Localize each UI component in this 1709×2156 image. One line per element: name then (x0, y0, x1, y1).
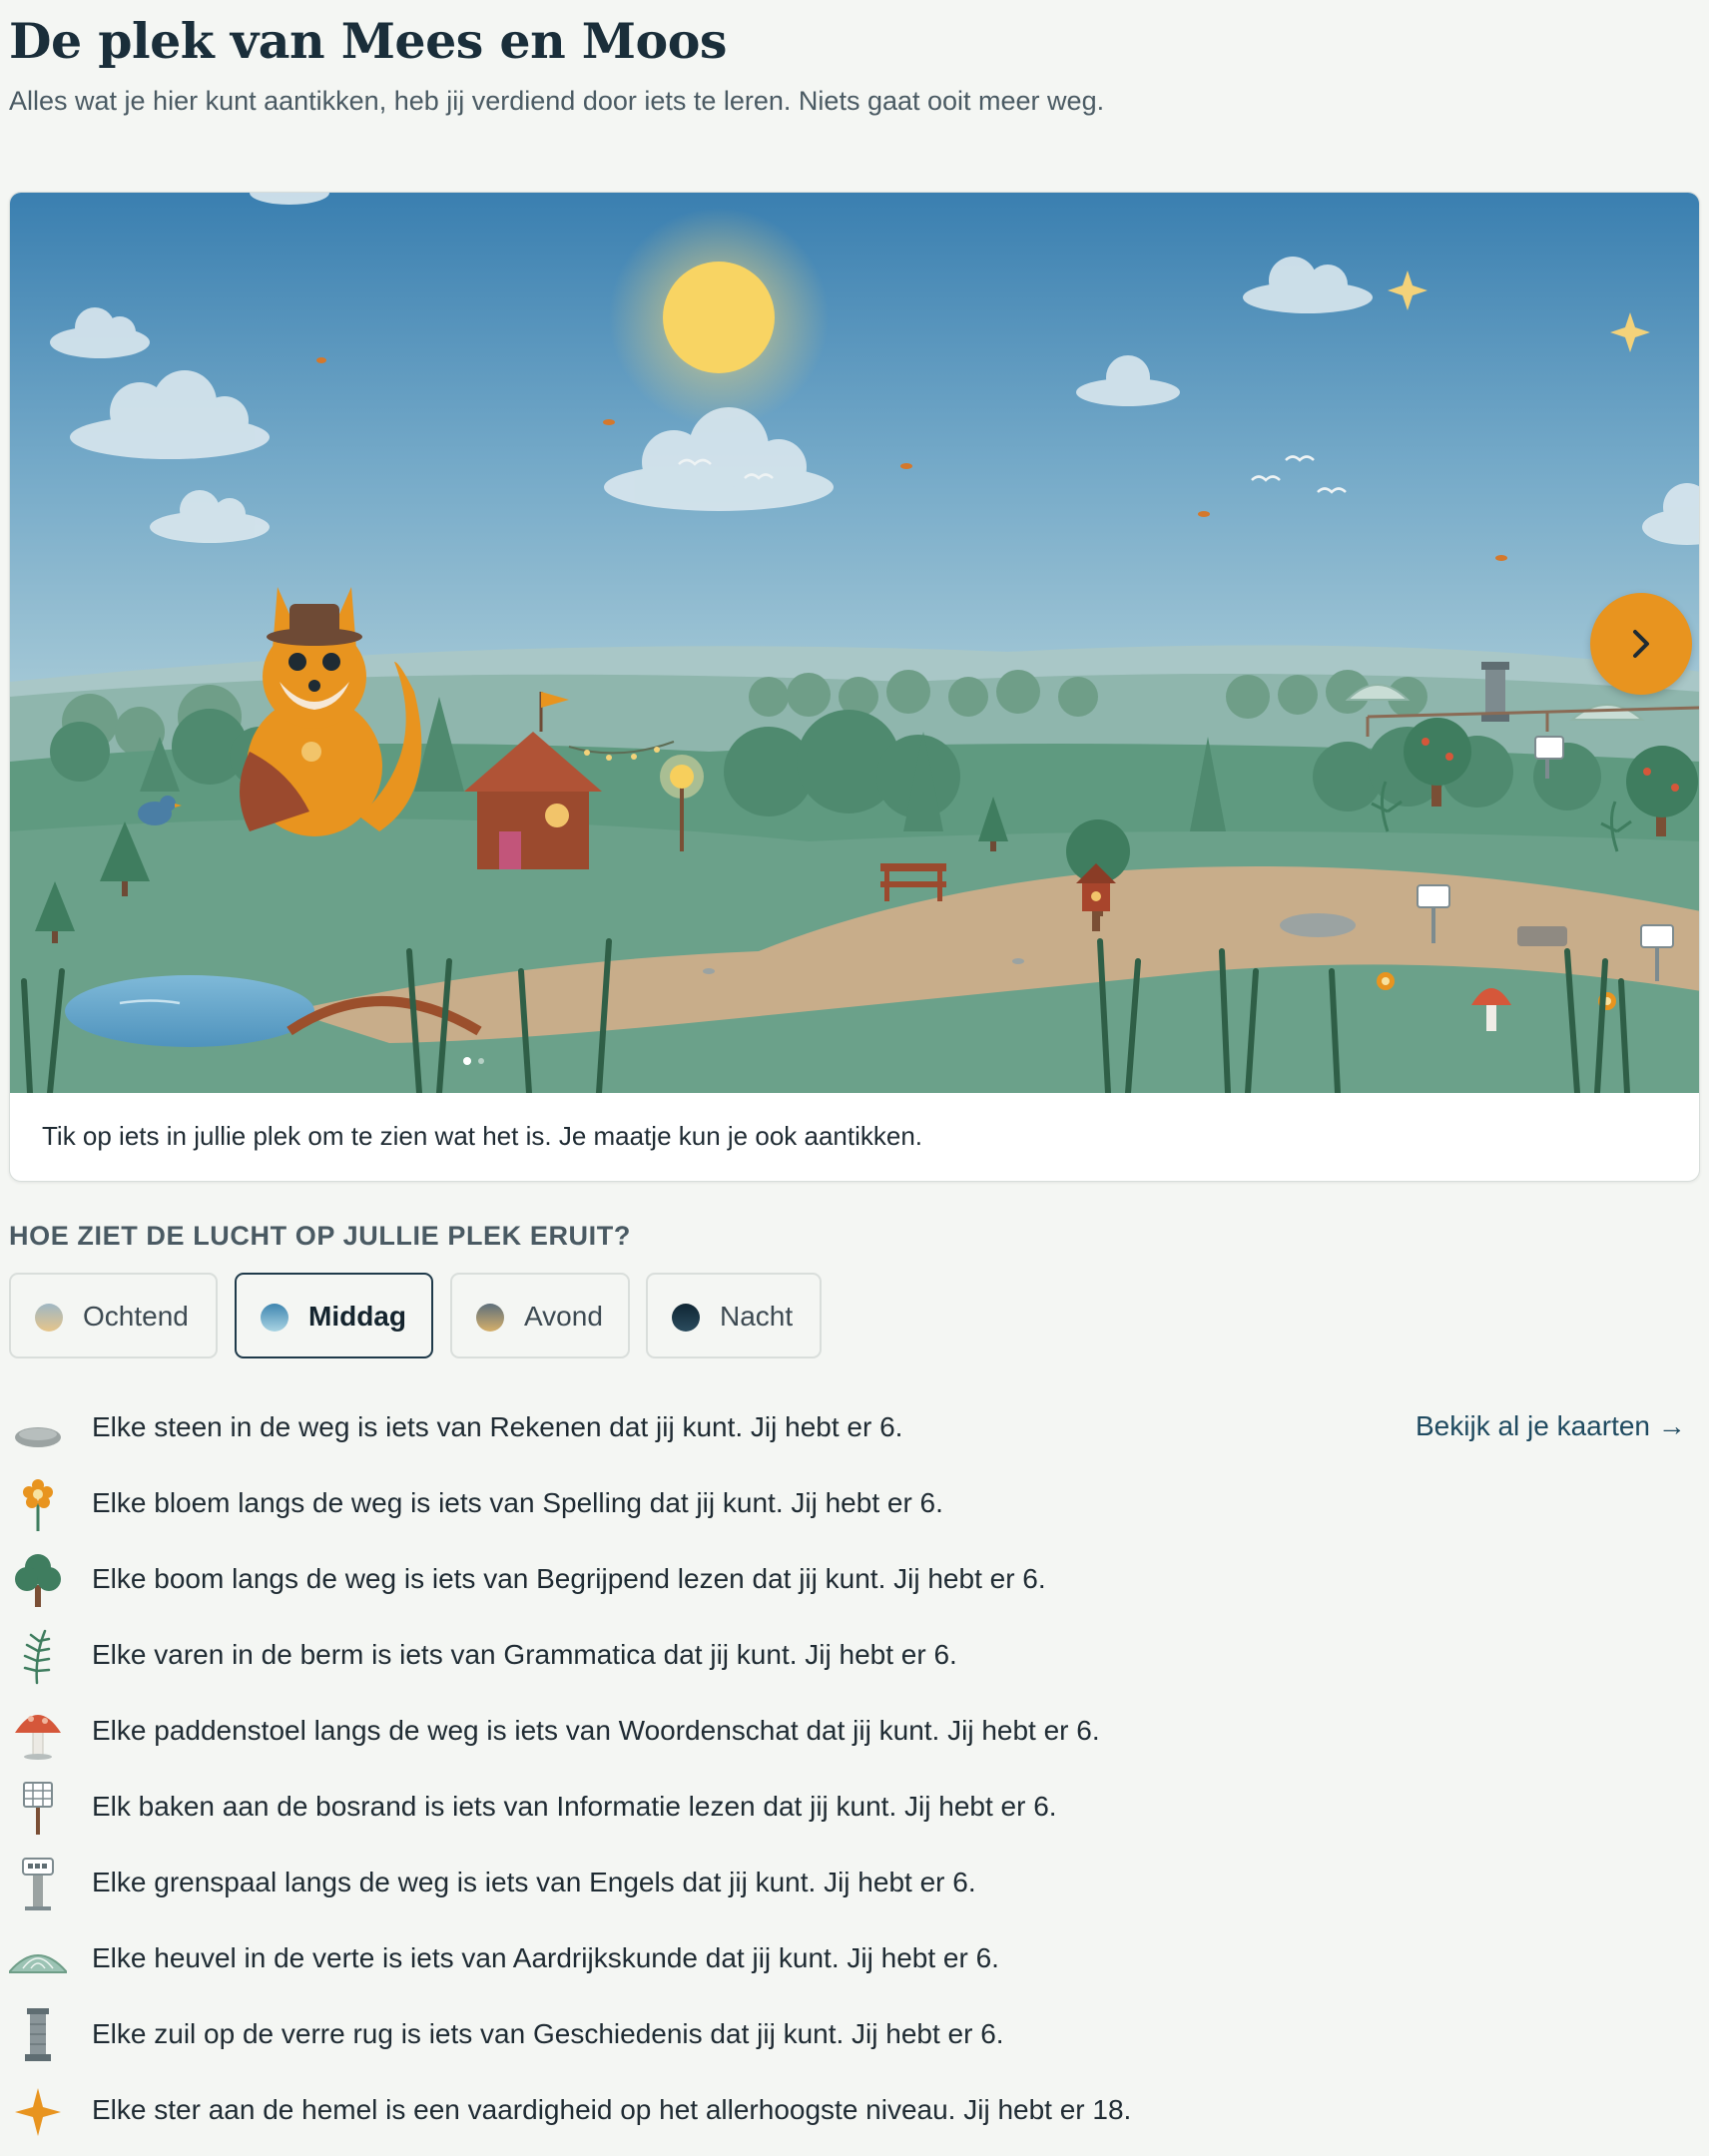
legend-text: Elke bloem langs de weg is iets van Spel… (92, 1487, 943, 1518)
afternoon-sky-icon (261, 1304, 288, 1332)
sky-option-label: Ochtend (83, 1301, 189, 1332)
stone-icon (15, 1427, 61, 1447)
mushroom-icon (15, 1715, 61, 1760)
legend-item-geschiedenis: Elke zuil op de verre rug is iets van Ge… (9, 2004, 1207, 2074)
flower-icon (23, 1479, 53, 1531)
legend-item-aardrijkskunde: Elke heuvel in de verte is iets van Aard… (9, 1928, 1207, 1998)
page: De plek van Mees en Moos Alles wat je hi… (0, 0, 1709, 2156)
view-all-cards-link[interactable]: Bekijk al je kaarten → (1416, 1410, 1686, 1442)
legend-item-informatie-lezen: Elk baken aan de bosrand is iets van Inf… (9, 1777, 1207, 1847)
hill-icon (9, 1954, 67, 1973)
sky-option-ochtend[interactable]: Ochtend (9, 1273, 218, 1358)
evening-sky-icon (476, 1304, 504, 1332)
landscape-scene[interactable] (10, 193, 1699, 1093)
legend-item-begrijpend-lezen: Elke boom langs de weg is iets van Begri… (9, 1549, 1207, 1619)
legend-item-spelling: Elke bloem langs de weg is iets van Spel… (9, 1473, 1207, 1543)
sky-option-label: Middag (308, 1301, 406, 1332)
sky-section-heading: HOE ZIET DE LUCHT OP JULLIE PLEK ERUIT? (9, 1221, 631, 1251)
page-title: De plek van Mees en Moos (9, 12, 727, 70)
sun[interactable] (663, 262, 775, 373)
tree-icon (15, 1554, 61, 1607)
legend-text: Elke steen in de weg is iets van Rekenen… (92, 1411, 903, 1442)
beacon-icon (23, 1782, 53, 1835)
legend-text: Elke heuvel in de verte is iets van Aard… (92, 1942, 999, 1973)
sky-option-label: Avond (524, 1301, 603, 1332)
legend-text: Elke grenspaal langs de weg is iets van … (92, 1867, 976, 1897)
scene-caption: Tik op iets in jullie plek om te zien wa… (42, 1121, 923, 1151)
pond[interactable] (65, 975, 314, 1047)
legend-item-rekenen: Elke steen in de weg is iets van Rekenen… (9, 1397, 1207, 1467)
scene-card: Tik op iets in jullie plek om te zien wa… (9, 192, 1700, 1182)
star-icon (15, 2088, 61, 2136)
pillar-icon (25, 2008, 51, 2061)
boundary-post-icon (22, 1858, 54, 1910)
legend-text: Elke ster aan de hemel is een vaardighei… (92, 2094, 1132, 2125)
legend-text: Elk baken aan de bosrand is iets van Inf… (92, 1791, 1057, 1822)
sky-option-nacht[interactable]: Nacht (646, 1273, 822, 1358)
legend-item-engels: Elke grenspaal langs de weg is iets van … (9, 1853, 1207, 1922)
legend-text: Elke paddenstoel langs de weg is iets va… (92, 1715, 1100, 1746)
legend-item-grammatica: Elke varen in de berm is iets van Gramma… (9, 1625, 1207, 1695)
night-sky-icon (672, 1304, 700, 1332)
legend-text: Elke boom langs de weg is iets van Begri… (92, 1563, 1046, 1594)
sky-option-avond[interactable]: Avond (450, 1273, 630, 1358)
legend-text: Elke varen in de berm is iets van Gramma… (92, 1639, 957, 1670)
legend-item-woordenschat: Elke paddenstoel langs de weg is iets va… (9, 1701, 1207, 1771)
page-subtitle: Alles wat je hier kunt aantikken, heb ji… (9, 86, 1105, 116)
fern-icon (23, 1629, 51, 1685)
sky-option-label: Nacht (720, 1301, 794, 1332)
morning-sky-icon (35, 1304, 63, 1332)
next-button[interactable] (1590, 593, 1692, 695)
legend-text: Elke zuil op de verre rug is iets van Ge… (92, 2018, 1004, 2049)
legend-item-sterren: Elke ster aan de hemel is een vaardighei… (9, 2080, 1207, 2150)
chevron-right-icon (1633, 630, 1649, 658)
sky-option-middag[interactable]: Middag (235, 1273, 433, 1358)
